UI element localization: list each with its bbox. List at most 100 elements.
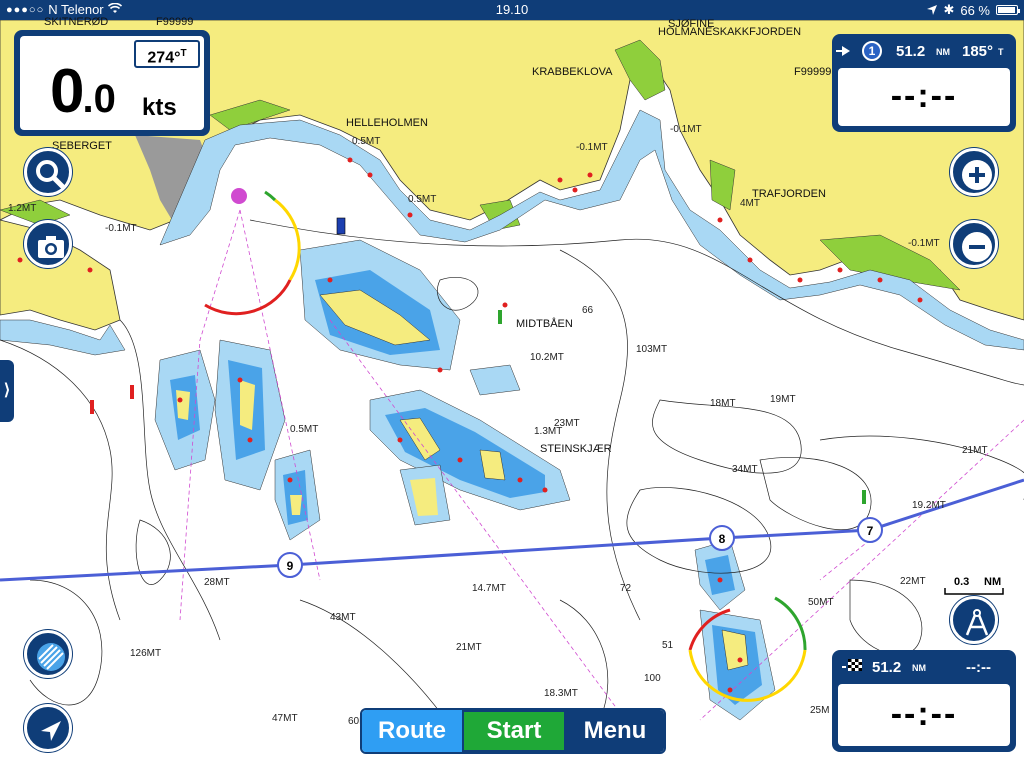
finish-row: 51.2 NM --:--: [838, 656, 1010, 680]
place-name-label: KRABBEKLOVA: [532, 66, 613, 78]
map-scale: 0.3 NM: [944, 576, 1004, 596]
compass-divider-icon: [965, 609, 989, 636]
depth-label: 0.5MT: [290, 424, 319, 435]
depth-label: -0.1MT: [670, 124, 702, 135]
speed-panel[interactable]: 274°T 0.0 kts: [14, 30, 210, 136]
depth-label: -0.1MT: [576, 142, 608, 153]
scale-value: 0.3: [954, 576, 970, 588]
route-waypoint-9: 9: [277, 552, 303, 578]
finish-panel[interactable]: 51.2 NM --:-- --:--: [832, 650, 1016, 752]
place-name-label: STEINSKJÆR: [540, 443, 612, 455]
status-right: ✱ 66 %: [927, 2, 1020, 18]
heading-value: 274°: [147, 49, 181, 67]
depth-label: 1.3MT: [534, 426, 563, 437]
speed-unit: kts: [142, 94, 177, 121]
signal-strength-icon: ●●●○○: [6, 3, 45, 16]
depth-label: 22MT: [900, 576, 926, 587]
zoom-out-button[interactable]: [950, 220, 998, 268]
status-time: 19.10: [495, 2, 529, 17]
carrier-name: N Telenor: [48, 2, 104, 17]
depth-label: 103MT: [636, 344, 668, 355]
place-name-label: SJØFINE: [668, 18, 715, 30]
finish-flag-icon: [842, 658, 864, 680]
waypoint-distance: 51.2: [896, 43, 926, 60]
waypoint-number: 1: [862, 41, 882, 61]
navigation-arrow-icon: [41, 721, 61, 741]
next-waypoint-panel[interactable]: 1 51.2 NM 185° T --:--: [832, 34, 1016, 132]
autorouting-button[interactable]: [950, 596, 998, 644]
place-name-label: HELLEHOLMEN: [346, 117, 428, 129]
battery-percent: 66 %: [960, 2, 990, 18]
waypoint-7-label: 7: [867, 524, 874, 538]
finish-distance: 51.2: [872, 659, 902, 676]
battery-icon: [996, 5, 1020, 15]
location-arrow-icon: [927, 3, 938, 18]
depth-label: 14.7MT: [472, 583, 506, 594]
waypoint-bearing-ref: T: [998, 47, 1004, 57]
waypoint-distance-unit: NM: [936, 47, 950, 57]
depth-label: 18.3MT: [544, 688, 578, 699]
depth-label: -0.1MT: [105, 223, 137, 234]
waypoint-time-display: --:--: [838, 68, 1010, 126]
search-icon: [36, 160, 65, 189]
depth-label: 72: [620, 583, 632, 594]
depth-label: 10.2MT: [530, 352, 564, 363]
depth-label: 19.2MT: [912, 500, 946, 511]
zoom-in-button[interactable]: [950, 148, 998, 196]
place-name-label: F99999: [156, 16, 194, 28]
camera-button[interactable]: [24, 220, 72, 268]
menu-button[interactable]: Menu: [566, 710, 664, 752]
depth-label: 50MT: [808, 597, 834, 608]
side-panel-toggle[interactable]: ⟩: [0, 360, 14, 422]
depth-label: 21MT: [456, 642, 482, 653]
depth-label: 100: [644, 673, 661, 684]
finish-distance-unit: NM: [912, 663, 926, 673]
status-bar: ●●●○○ N Telenor 19.10 ✱ 66 %: [0, 0, 1024, 20]
depth-label: 4MT: [740, 198, 760, 209]
route-waypoint-8: 8: [709, 525, 735, 551]
status-left: ●●●○○ N Telenor: [6, 2, 122, 17]
depth-label: 0.5MT: [408, 194, 437, 205]
waypoint-8-label: 8: [719, 532, 726, 546]
start-button[interactable]: Start: [462, 710, 566, 752]
waypoint-bearing: 185°: [962, 43, 994, 60]
heading-readout: 274°T: [134, 40, 200, 68]
place-name-label: MIDTBÅEN: [516, 318, 573, 330]
bottom-action-bar: Route Start Menu: [360, 708, 666, 754]
place-name-label: F99999: [794, 66, 832, 78]
depth-label: 25M: [810, 705, 830, 716]
bluetooth-icon: ✱: [943, 2, 955, 17]
arrow-right-icon: [836, 46, 850, 56]
heading-ref: T: [180, 48, 187, 59]
depth-label: 43MT: [330, 612, 356, 623]
scale-unit: NM: [984, 576, 1002, 588]
locate-me-button[interactable]: [24, 704, 72, 752]
depth-label: 19MT: [770, 394, 796, 405]
depth-label: 47MT: [272, 713, 298, 724]
place-name-label: SKITNERØD: [44, 16, 109, 28]
speed-readout: 0.0: [50, 56, 116, 127]
search-button[interactable]: [24, 148, 72, 196]
finish-eta: --:--: [966, 659, 991, 676]
plus-icon: [962, 160, 992, 190]
waypoint-9-label: 9: [287, 559, 294, 573]
map-layers-button[interactable]: [24, 630, 72, 678]
wifi-icon: [107, 2, 122, 17]
depth-label: 0.5MT: [352, 136, 381, 147]
scale-line: [944, 588, 1004, 595]
route-button[interactable]: Route: [362, 710, 462, 752]
depth-label: -0.1MT: [908, 238, 940, 249]
depth-label: 1.2MT: [8, 203, 37, 214]
finish-time-display: --:--: [838, 684, 1010, 746]
depth-label: 126MT: [130, 648, 162, 659]
speed-decimal: .0: [82, 77, 116, 121]
depth-label: 28MT: [204, 577, 230, 588]
route-waypoint-7: 7: [857, 517, 883, 543]
speed-integer: 0: [50, 57, 85, 126]
minus-icon: [962, 232, 992, 262]
depth-label: 51: [662, 640, 674, 651]
place-name-label: TRAFJORDEN: [752, 188, 826, 200]
depth-label: 66: [582, 305, 594, 316]
depth-label: 18MT: [710, 398, 736, 409]
waypoint-row: 1 51.2 NM 185° T: [836, 40, 1010, 64]
